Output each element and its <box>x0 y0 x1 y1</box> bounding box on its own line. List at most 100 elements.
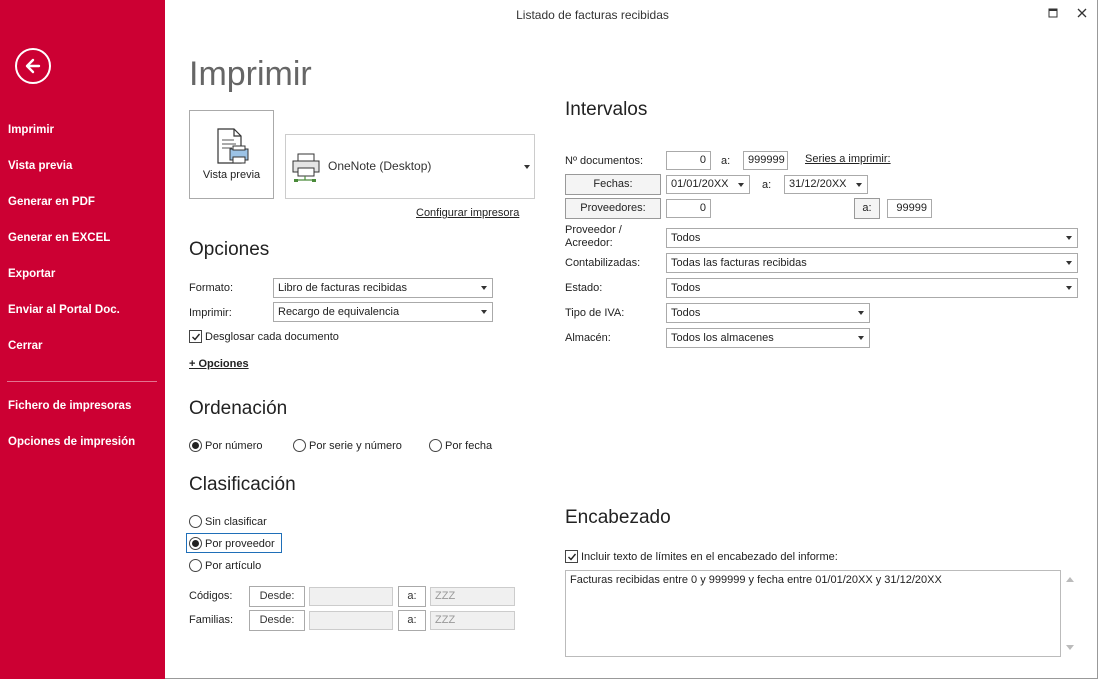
sidebar-item-generar-pdf[interactable]: Generar en PDF <box>8 196 95 208</box>
maximize-icon <box>1048 8 1058 18</box>
proveedores-button[interactable]: Proveedores: <box>565 198 661 219</box>
radio-button[interactable] <box>189 515 202 528</box>
series-link[interactable]: Series a imprimir: <box>805 153 891 165</box>
sidebar-item-imprimir[interactable]: Imprimir <box>8 124 54 136</box>
clasificacion-radio-articulo[interactable]: Por artículo <box>189 559 261 572</box>
documentos-from-input[interactable]: 0 <box>666 151 711 170</box>
tipo-iva-select[interactable]: Todos <box>666 303 870 323</box>
radio-label: Por serie y número <box>309 439 402 452</box>
scroll-down-icon[interactable] <box>1066 645 1074 650</box>
familias-label: Familias: <box>189 614 234 626</box>
chevron-down-icon <box>856 183 862 187</box>
radio-button[interactable] <box>429 439 442 452</box>
ordenacion-radio-fecha[interactable]: Por fecha <box>429 439 492 452</box>
checkbox-box[interactable] <box>565 550 578 563</box>
clasificacion-radio-sin[interactable]: Sin clasificar <box>189 515 267 528</box>
sidebar-item-enviar-portal[interactable]: Enviar al Portal Doc. <box>8 304 120 316</box>
sidebar-item-vista-previa[interactable]: Vista previa <box>8 160 72 172</box>
maximize-button[interactable] <box>1043 4 1063 22</box>
sidebar: Imprimir Vista previa Generar en PDF Gen… <box>0 0 165 679</box>
chevron-down-icon <box>858 311 864 315</box>
chevron-down-icon <box>858 336 864 340</box>
back-button[interactable] <box>15 48 51 84</box>
chevron-down-icon <box>524 165 530 169</box>
radio-label: Sin clasificar <box>205 515 267 528</box>
radio-button[interactable] <box>293 439 306 452</box>
almacen-select[interactable]: Todos los almacenes <box>666 328 870 348</box>
fechas-from-value: 01/01/20XX <box>671 178 729 190</box>
proveedores-from-input[interactable]: 0 <box>666 199 711 218</box>
scrollbar[interactable] <box>1063 571 1077 656</box>
select-value: Todos <box>671 232 701 244</box>
sidebar-item-generar-excel[interactable]: Generar en EXCEL <box>8 232 110 244</box>
radio-button[interactable] <box>189 439 202 452</box>
fechas-button[interactable]: Fechas: <box>565 174 661 195</box>
close-icon <box>1077 8 1087 18</box>
sidebar-item-exportar[interactable]: Exportar <box>8 268 55 280</box>
sidebar-item-opciones-impresion[interactable]: Opciones de impresión <box>8 436 135 448</box>
ordenacion-radio-serie[interactable]: Por serie y número <box>293 439 402 452</box>
configure-printer-link[interactable]: Configurar impresora <box>416 207 519 219</box>
contabilizadas-select[interactable]: Todas las facturas recibidas <box>666 253 1078 273</box>
radio-label: Por fecha <box>445 439 493 452</box>
encabezado-textarea[interactable]: Facturas recibidas entre 0 y 999999 y fe… <box>565 570 1061 657</box>
tipo-iva-label: Tipo de IVA: <box>565 307 625 319</box>
estado-label: Estado: <box>565 282 603 294</box>
codigos-label: Códigos: <box>189 590 233 602</box>
preview-tile[interactable]: Vista previa <box>189 110 274 199</box>
familias-desde-button[interactable]: Desde: <box>249 610 305 631</box>
opciones-heading: Opciones <box>189 239 270 260</box>
imprimir-value: Recargo de equivalencia <box>278 306 400 318</box>
familias-a-button[interactable]: a: <box>398 610 426 631</box>
page-title: Imprimir <box>189 55 312 93</box>
almacen-label: Almacén: <box>565 332 611 344</box>
checkbox-box[interactable] <box>189 330 202 343</box>
sidebar-item-fichero-impresoras[interactable]: Fichero de impresoras <box>8 400 131 412</box>
sidebar-item-cerrar[interactable]: Cerrar <box>8 340 43 352</box>
ordenacion-radio-numero[interactable]: Por número <box>189 439 262 452</box>
radio-button[interactable] <box>189 559 202 572</box>
imprimir-select[interactable]: Recargo de equivalencia <box>273 302 493 322</box>
desglosar-label: Desglosar cada documento <box>205 330 339 343</box>
fechas-from-select[interactable]: 01/01/20XX <box>666 175 750 194</box>
estado-select[interactable]: Todos <box>666 278 1078 298</box>
codigos-desde-input[interactable] <box>309 587 393 606</box>
formato-select[interactable]: Libro de facturas recibidas <box>273 278 493 298</box>
intervalos-heading: Intervalos <box>565 99 648 120</box>
printer-select[interactable]: OneNote (Desktop) <box>285 134 535 199</box>
arrow-left-icon <box>25 58 41 74</box>
documentos-a-label: a: <box>721 155 731 167</box>
fechas-a-label: a: <box>762 179 772 191</box>
proveedores-a-button[interactable]: a: <box>854 198 880 219</box>
clasificacion-radio-proveedor[interactable]: Por proveedor <box>189 537 275 550</box>
ordenacion-heading: Ordenación <box>189 398 288 419</box>
encabezado-heading: Encabezado <box>565 507 671 528</box>
preview-label: Vista previa <box>202 169 261 181</box>
fechas-to-value: 31/12/20XX <box>789 178 847 190</box>
scroll-up-icon[interactable] <box>1066 577 1074 582</box>
proveedores-to-input[interactable]: 99999 <box>887 199 932 218</box>
codigos-a-button[interactable]: a: <box>398 586 426 607</box>
incluir-limites-checkbox[interactable]: Incluir texto de límites en el encabezad… <box>565 550 838 563</box>
printer-name: OneNote (Desktop) <box>328 159 432 173</box>
select-value: Todas las facturas recibidas <box>671 257 807 269</box>
more-options-link[interactable]: + Opciones <box>189 358 249 370</box>
codigos-desde-button[interactable]: Desde: <box>249 586 305 607</box>
chevron-down-icon <box>1066 261 1072 265</box>
contabilizadas-label: Contabilizadas: <box>565 257 641 269</box>
chevron-down-icon <box>1066 286 1072 290</box>
radio-label: Por proveedor <box>205 537 275 550</box>
radio-button[interactable] <box>189 537 202 550</box>
label-line: Acreedor: <box>565 237 613 249</box>
incluir-limites-label: Incluir texto de límites en el encabezad… <box>581 550 838 563</box>
documentos-to-input[interactable]: 999999 <box>743 151 788 170</box>
codigos-hasta-input[interactable]: ZZZ <box>430 587 515 606</box>
familias-hasta-input[interactable]: ZZZ <box>430 611 515 630</box>
proveedor-acreedor-select[interactable]: Todos <box>666 228 1078 248</box>
fechas-to-select[interactable]: 31/12/20XX <box>784 175 868 194</box>
chevron-down-icon <box>481 310 487 314</box>
desglosar-checkbox[interactable]: Desglosar cada documento <box>189 330 339 343</box>
close-button[interactable] <box>1072 4 1092 22</box>
familias-desde-input[interactable] <box>309 611 393 630</box>
radio-label: Por artículo <box>205 559 262 572</box>
